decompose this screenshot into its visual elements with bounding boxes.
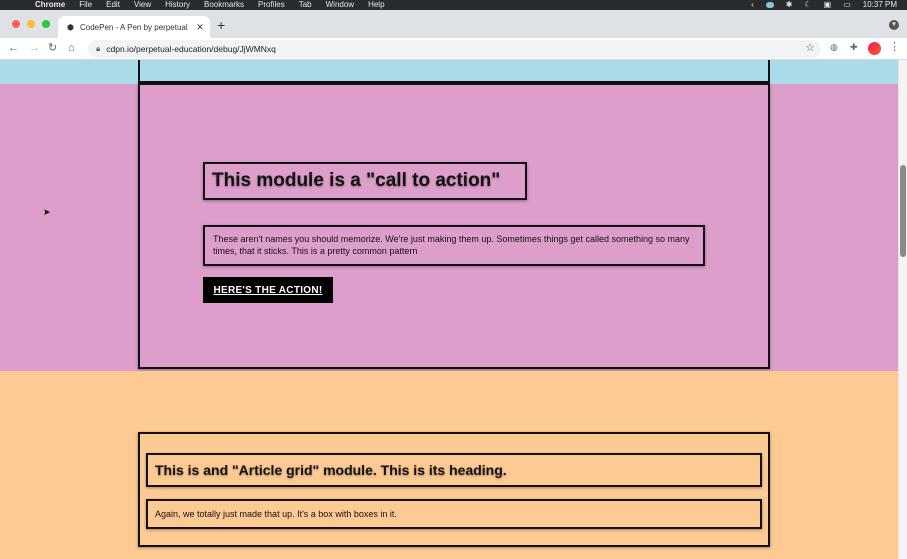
- cta-paragraph: These aren't names you should memorize. …: [213, 234, 690, 256]
- bluetooth-icon[interactable]: ✱: [786, 0, 793, 9]
- home-icon[interactable]: ⌂: [68, 41, 75, 55]
- profile-avatar[interactable]: [868, 42, 881, 55]
- forward-icon[interactable]: →: [29, 41, 40, 55]
- tab-close-icon[interactable]: ✕: [194, 22, 206, 33]
- back-icon[interactable]: ←: [8, 41, 19, 55]
- menu-chrome[interactable]: Chrome: [35, 0, 65, 9]
- menu-kebab-icon[interactable]: ⋮: [889, 40, 900, 54]
- menu-help[interactable]: Help: [368, 0, 384, 9]
- tab-search-icon[interactable]: ▾: [889, 20, 899, 30]
- top-module-box: [138, 60, 770, 83]
- tab-codepen[interactable]: ⬢ CodePen - A Pen by perpetual ✕: [58, 16, 210, 38]
- window-controls: [12, 20, 50, 28]
- article-text-box: Again, we totally just made that up. It'…: [146, 499, 762, 529]
- lock-icon[interactable]: 🔒︎: [96, 44, 100, 54]
- article-heading: This is and "Article grid" module. This …: [155, 462, 507, 478]
- scrollbar-thumb[interactable]: [900, 165, 906, 257]
- moon-icon[interactable]: ☾: [804, 0, 811, 9]
- puzzle-icon[interactable]: ✚: [850, 42, 858, 53]
- menu-file[interactable]: File: [79, 0, 92, 9]
- cta-heading: This module is a "call to action": [212, 170, 501, 191]
- article-paragraph: Again, we totally just made that up. It'…: [155, 509, 397, 519]
- mouse-cursor-icon: ➤: [43, 207, 51, 217]
- status-area: ‹ ✱ ☾ ▣ ▭ 10:37 PM: [751, 0, 897, 9]
- tab-strip: ⬢ CodePen - A Pen by perpetual ✕ + ▾: [0, 10, 907, 38]
- close-window-button[interactable]: [12, 20, 20, 28]
- tab-title: CodePen - A Pen by perpetual: [79, 22, 188, 32]
- control-center-icon[interactable]: [765, 1, 774, 8]
- menu-bookmarks[interactable]: Bookmarks: [204, 0, 244, 9]
- address-bar[interactable]: 🔒︎ cdpn.io/perpetual-education/debug/JjW…: [88, 40, 821, 58]
- scrollbar-track[interactable]: [898, 60, 907, 559]
- cta-heading-box: This module is a "call to action": [203, 162, 527, 200]
- url-text[interactable]: cdpn.io/perpetual-education/debug/JjWMNx…: [106, 44, 276, 54]
- cta-action-button[interactable]: HERE'S THE ACTION!: [203, 277, 333, 303]
- macos-menu-bar: Chrome File Edit View History Bookmarks …: [0, 0, 907, 10]
- cta-text-box: These aren't names you should memorize. …: [203, 225, 705, 266]
- menu-tab[interactable]: Tab: [299, 0, 312, 9]
- menu-window[interactable]: Window: [326, 0, 354, 9]
- zoom-window-button[interactable]: [42, 20, 50, 28]
- menu-clock[interactable]: 10:37 PM: [863, 0, 897, 9]
- menu-profiles[interactable]: Profiles: [258, 0, 285, 9]
- app-menus: Chrome File Edit View History Bookmarks …: [35, 0, 385, 9]
- extension-icon[interactable]: ◍: [830, 42, 838, 53]
- chevron-left-icon[interactable]: ‹: [751, 0, 754, 9]
- display-icon[interactable]: ▣: [824, 0, 832, 9]
- page-viewport: This module is a "call to action" These …: [0, 60, 898, 559]
- menu-view[interactable]: View: [134, 0, 151, 9]
- article-module-box: [138, 432, 770, 547]
- article-heading-box: This is and "Article grid" module. This …: [146, 453, 762, 487]
- menu-edit[interactable]: Edit: [106, 0, 120, 9]
- battery-icon[interactable]: ▭: [843, 0, 851, 9]
- minimize-window-button[interactable]: [27, 20, 35, 28]
- bookmark-star-icon[interactable]: ☆: [805, 41, 815, 54]
- browser-toolbar: ← → ↻ ⌂ 🔒︎ cdpn.io/perpetual-education/d…: [0, 38, 907, 60]
- reload-icon[interactable]: ↻: [48, 41, 57, 55]
- codepen-icon: ⬢: [67, 22, 74, 32]
- menu-history[interactable]: History: [165, 0, 190, 9]
- new-tab-button[interactable]: +: [217, 16, 225, 34]
